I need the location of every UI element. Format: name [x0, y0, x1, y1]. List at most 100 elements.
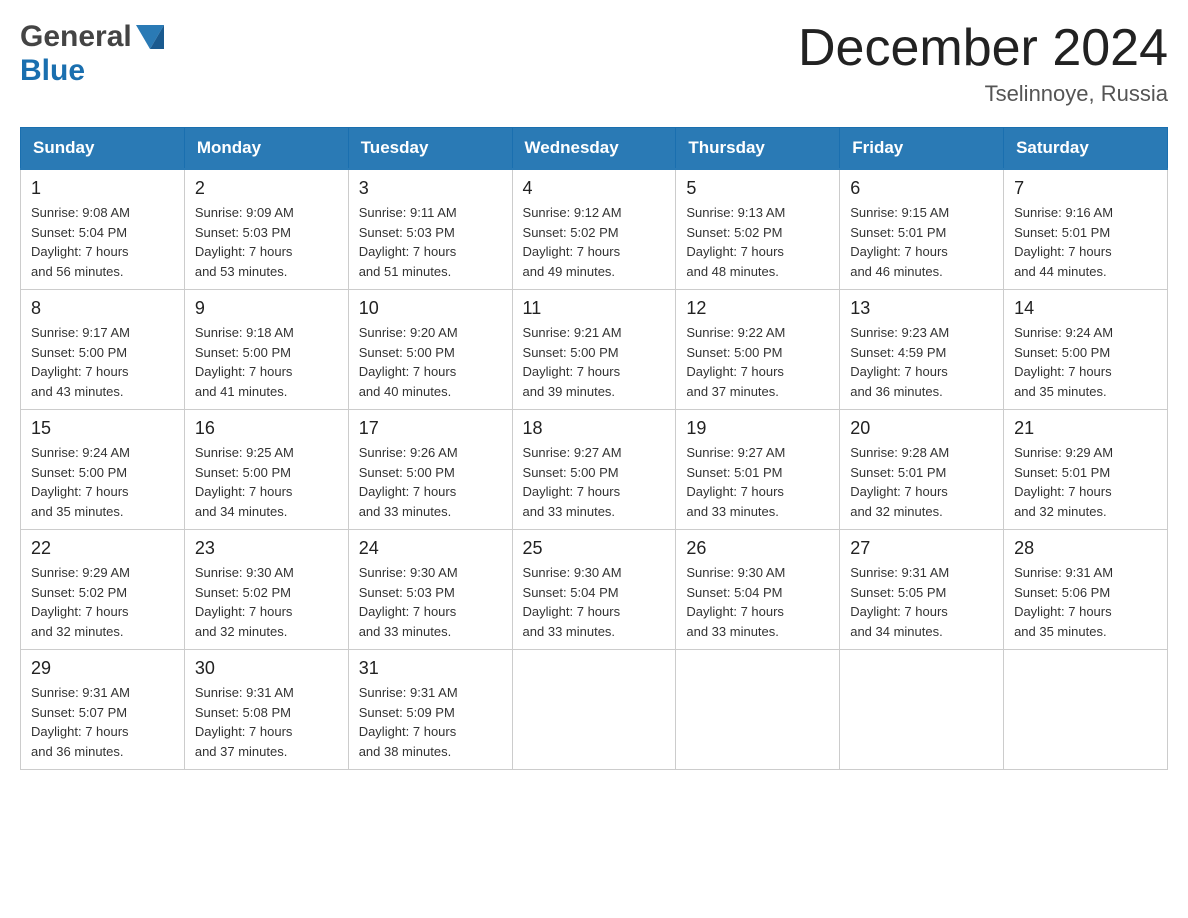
- day-info: Sunrise: 9:08 AMSunset: 5:04 PMDaylight:…: [31, 203, 174, 281]
- day-number: 29: [31, 658, 174, 679]
- calendar-cell: 20 Sunrise: 9:28 AMSunset: 5:01 PMDaylig…: [840, 410, 1004, 530]
- day-number: 12: [686, 298, 829, 319]
- day-info: Sunrise: 9:31 AMSunset: 5:09 PMDaylight:…: [359, 683, 502, 761]
- calendar-week-4: 22 Sunrise: 9:29 AMSunset: 5:02 PMDaylig…: [21, 530, 1168, 650]
- calendar-week-1: 1 Sunrise: 9:08 AMSunset: 5:04 PMDayligh…: [21, 169, 1168, 290]
- weekday-header-monday: Monday: [184, 128, 348, 170]
- day-number: 25: [523, 538, 666, 559]
- calendar-cell: 17 Sunrise: 9:26 AMSunset: 5:00 PMDaylig…: [348, 410, 512, 530]
- day-number: 1: [31, 178, 174, 199]
- calendar-cell: 12 Sunrise: 9:22 AMSunset: 5:00 PMDaylig…: [676, 290, 840, 410]
- calendar-cell: 11 Sunrise: 9:21 AMSunset: 5:00 PMDaylig…: [512, 290, 676, 410]
- day-number: 2: [195, 178, 338, 199]
- day-info: Sunrise: 9:31 AMSunset: 5:07 PMDaylight:…: [31, 683, 174, 761]
- calendar-cell: 25 Sunrise: 9:30 AMSunset: 5:04 PMDaylig…: [512, 530, 676, 650]
- calendar-cell: [676, 650, 840, 770]
- day-info: Sunrise: 9:30 AMSunset: 5:04 PMDaylight:…: [686, 563, 829, 641]
- day-number: 22: [31, 538, 174, 559]
- weekday-header-saturday: Saturday: [1004, 128, 1168, 170]
- day-info: Sunrise: 9:16 AMSunset: 5:01 PMDaylight:…: [1014, 203, 1157, 281]
- day-number: 20: [850, 418, 993, 439]
- calendar-cell: 7 Sunrise: 9:16 AMSunset: 5:01 PMDayligh…: [1004, 169, 1168, 290]
- calendar-cell: 16 Sunrise: 9:25 AMSunset: 5:00 PMDaylig…: [184, 410, 348, 530]
- calendar-week-3: 15 Sunrise: 9:24 AMSunset: 5:00 PMDaylig…: [21, 410, 1168, 530]
- day-number: 10: [359, 298, 502, 319]
- logo: General Blue: [20, 20, 164, 88]
- day-number: 31: [359, 658, 502, 679]
- calendar-cell: 30 Sunrise: 9:31 AMSunset: 5:08 PMDaylig…: [184, 650, 348, 770]
- day-info: Sunrise: 9:29 AMSunset: 5:02 PMDaylight:…: [31, 563, 174, 641]
- day-info: Sunrise: 9:31 AMSunset: 5:08 PMDaylight:…: [195, 683, 338, 761]
- weekday-header-sunday: Sunday: [21, 128, 185, 170]
- day-info: Sunrise: 9:31 AMSunset: 5:05 PMDaylight:…: [850, 563, 993, 641]
- calendar-cell: 24 Sunrise: 9:30 AMSunset: 5:03 PMDaylig…: [348, 530, 512, 650]
- day-info: Sunrise: 9:30 AMSunset: 5:02 PMDaylight:…: [195, 563, 338, 641]
- calendar-cell: 28 Sunrise: 9:31 AMSunset: 5:06 PMDaylig…: [1004, 530, 1168, 650]
- calendar-cell: [1004, 650, 1168, 770]
- calendar-subtitle: Tselinnoye, Russia: [798, 81, 1168, 107]
- day-info: Sunrise: 9:24 AMSunset: 5:00 PMDaylight:…: [31, 443, 174, 521]
- day-info: Sunrise: 9:22 AMSunset: 5:00 PMDaylight:…: [686, 323, 829, 401]
- day-number: 11: [523, 298, 666, 319]
- title-block: December 2024 Tselinnoye, Russia: [798, 20, 1168, 107]
- calendar-week-2: 8 Sunrise: 9:17 AMSunset: 5:00 PMDayligh…: [21, 290, 1168, 410]
- day-number: 14: [1014, 298, 1157, 319]
- day-info: Sunrise: 9:30 AMSunset: 5:04 PMDaylight:…: [523, 563, 666, 641]
- page-header: General Blue December 2024 Tselinnoye, R…: [20, 20, 1168, 107]
- logo-blue-text: Blue: [20, 54, 85, 87]
- calendar-cell: 27 Sunrise: 9:31 AMSunset: 5:05 PMDaylig…: [840, 530, 1004, 650]
- day-number: 6: [850, 178, 993, 199]
- calendar-cell: [840, 650, 1004, 770]
- calendar-cell: [512, 650, 676, 770]
- weekday-header-wednesday: Wednesday: [512, 128, 676, 170]
- calendar-week-5: 29 Sunrise: 9:31 AMSunset: 5:07 PMDaylig…: [21, 650, 1168, 770]
- day-number: 16: [195, 418, 338, 439]
- day-info: Sunrise: 9:12 AMSunset: 5:02 PMDaylight:…: [523, 203, 666, 281]
- day-number: 9: [195, 298, 338, 319]
- calendar-cell: 19 Sunrise: 9:27 AMSunset: 5:01 PMDaylig…: [676, 410, 840, 530]
- day-info: Sunrise: 9:21 AMSunset: 5:00 PMDaylight:…: [523, 323, 666, 401]
- day-info: Sunrise: 9:11 AMSunset: 5:03 PMDaylight:…: [359, 203, 502, 281]
- weekday-header-row: SundayMondayTuesdayWednesdayThursdayFrid…: [21, 128, 1168, 170]
- day-info: Sunrise: 9:17 AMSunset: 5:00 PMDaylight:…: [31, 323, 174, 401]
- day-number: 4: [523, 178, 666, 199]
- logo-general-text: General: [20, 20, 132, 54]
- day-info: Sunrise: 9:24 AMSunset: 5:00 PMDaylight:…: [1014, 323, 1157, 401]
- day-info: Sunrise: 9:09 AMSunset: 5:03 PMDaylight:…: [195, 203, 338, 281]
- day-number: 5: [686, 178, 829, 199]
- calendar-cell: 2 Sunrise: 9:09 AMSunset: 5:03 PMDayligh…: [184, 169, 348, 290]
- day-number: 30: [195, 658, 338, 679]
- calendar-cell: 22 Sunrise: 9:29 AMSunset: 5:02 PMDaylig…: [21, 530, 185, 650]
- day-info: Sunrise: 9:29 AMSunset: 5:01 PMDaylight:…: [1014, 443, 1157, 521]
- calendar-table: SundayMondayTuesdayWednesdayThursdayFrid…: [20, 127, 1168, 770]
- calendar-cell: 10 Sunrise: 9:20 AMSunset: 5:00 PMDaylig…: [348, 290, 512, 410]
- day-info: Sunrise: 9:28 AMSunset: 5:01 PMDaylight:…: [850, 443, 993, 521]
- calendar-cell: 14 Sunrise: 9:24 AMSunset: 5:00 PMDaylig…: [1004, 290, 1168, 410]
- calendar-cell: 3 Sunrise: 9:11 AMSunset: 5:03 PMDayligh…: [348, 169, 512, 290]
- day-info: Sunrise: 9:27 AMSunset: 5:00 PMDaylight:…: [523, 443, 666, 521]
- day-info: Sunrise: 9:13 AMSunset: 5:02 PMDaylight:…: [686, 203, 829, 281]
- day-number: 15: [31, 418, 174, 439]
- calendar-title: December 2024: [798, 20, 1168, 77]
- calendar-cell: 8 Sunrise: 9:17 AMSunset: 5:00 PMDayligh…: [21, 290, 185, 410]
- day-number: 23: [195, 538, 338, 559]
- day-number: 13: [850, 298, 993, 319]
- day-number: 18: [523, 418, 666, 439]
- calendar-cell: 21 Sunrise: 9:29 AMSunset: 5:01 PMDaylig…: [1004, 410, 1168, 530]
- calendar-cell: 1 Sunrise: 9:08 AMSunset: 5:04 PMDayligh…: [21, 169, 185, 290]
- day-number: 24: [359, 538, 502, 559]
- day-number: 28: [1014, 538, 1157, 559]
- calendar-cell: 6 Sunrise: 9:15 AMSunset: 5:01 PMDayligh…: [840, 169, 1004, 290]
- day-number: 17: [359, 418, 502, 439]
- day-info: Sunrise: 9:31 AMSunset: 5:06 PMDaylight:…: [1014, 563, 1157, 641]
- day-number: 7: [1014, 178, 1157, 199]
- day-info: Sunrise: 9:25 AMSunset: 5:00 PMDaylight:…: [195, 443, 338, 521]
- day-number: 27: [850, 538, 993, 559]
- weekday-header-thursday: Thursday: [676, 128, 840, 170]
- day-number: 21: [1014, 418, 1157, 439]
- weekday-header-friday: Friday: [840, 128, 1004, 170]
- logo-icon: [136, 25, 164, 49]
- calendar-cell: 5 Sunrise: 9:13 AMSunset: 5:02 PMDayligh…: [676, 169, 840, 290]
- day-info: Sunrise: 9:27 AMSunset: 5:01 PMDaylight:…: [686, 443, 829, 521]
- day-info: Sunrise: 9:15 AMSunset: 5:01 PMDaylight:…: [850, 203, 993, 281]
